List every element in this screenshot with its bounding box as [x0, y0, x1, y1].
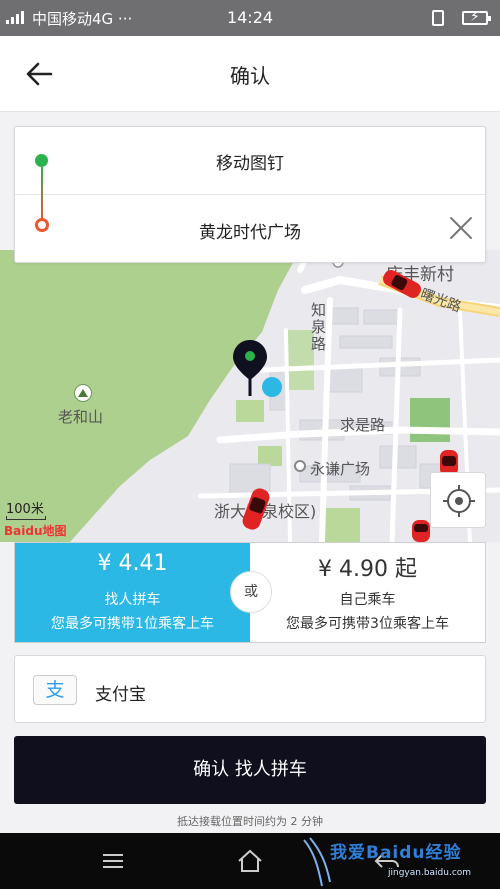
clock: 14:24	[226, 8, 274, 27]
baidu-map-logo: Baidu地图	[4, 524, 67, 538]
system-nav-bar	[0, 833, 500, 889]
scale-bar	[6, 516, 46, 520]
plaza-icon	[294, 460, 306, 472]
arrow-left-icon	[26, 62, 53, 86]
car-icon	[242, 488, 270, 530]
map-scale: 100米	[6, 502, 44, 517]
crosshair-icon	[443, 485, 475, 517]
menu-icon	[103, 854, 123, 868]
payment-method-row[interactable]: 支 支付宝	[14, 655, 486, 723]
map-label-plaza: 永谦广场	[310, 460, 371, 478]
battery-charging-icon: ⚡	[462, 9, 491, 25]
home-icon	[238, 849, 262, 872]
current-location-dot	[262, 377, 282, 397]
app-header: 确认	[0, 36, 500, 112]
map-view[interactable]: 老和山 知泉路 求是路 永谦广场 浙大玉泉校区) 庆丰新村 曙光路 100米 B…	[0, 250, 500, 542]
solo-price: ¥ 4.90 起	[318, 557, 417, 582]
mountain-icon	[74, 384, 92, 402]
payment-label: 支付宝	[95, 685, 146, 705]
vibrate-icon	[432, 10, 444, 26]
start-location-text: 移动图钉	[216, 154, 284, 174]
page-title: 确认	[230, 64, 270, 88]
carpool-price: ¥ 4.41	[97, 551, 168, 576]
locate-button[interactable]	[430, 472, 486, 528]
back-icon	[374, 854, 399, 868]
solo-name: 自己乘车	[339, 592, 396, 608]
eta-note: 抵达接载位置时间约为 2 分钟	[177, 815, 323, 828]
close-icon	[450, 217, 472, 239]
system-back-button[interactable]	[362, 839, 412, 883]
alipay-icon: 支	[33, 675, 77, 705]
map-label-road-qiushi: 求是路	[340, 416, 386, 434]
carpool-name: 找人拼车	[104, 592, 161, 608]
ride-options: ¥ 4.41 找人拼车 您最多可携带1位乘客上车 ¥ 4.90 起 自己乘车 您…	[14, 542, 486, 643]
clear-destination-button[interactable]	[441, 208, 481, 248]
back-button[interactable]	[18, 52, 62, 96]
status-bar: 中国移动4G ··· 14:24 ⚡	[0, 0, 500, 36]
home-button[interactable]	[225, 839, 275, 883]
carpool-desc: 您最多可携带1位乘客上车	[51, 616, 214, 632]
route-card: 移动图钉 黄龙时代广场	[14, 126, 486, 263]
start-location-row[interactable]: 移动图钉	[15, 127, 485, 223]
destination-text: 黄龙时代广场	[199, 223, 301, 243]
solo-desc: 您最多可携带3位乘客上车	[286, 616, 449, 632]
carpool-option[interactable]: ¥ 4.41 找人拼车 您最多可携带1位乘客上车	[15, 543, 250, 642]
confirm-button[interactable]: 确认 找人拼车	[14, 736, 486, 804]
destination-row[interactable]: 黄龙时代广场	[15, 196, 485, 264]
or-divider: 或	[230, 571, 272, 613]
menu-button[interactable]	[88, 839, 138, 883]
map-label-mountain: 老和山	[58, 408, 104, 426]
map-label-road-zhiquan: 知泉路	[309, 302, 327, 353]
solo-ride-option[interactable]: ¥ 4.90 起 自己乘车 您最多可携带3位乘客上车	[250, 543, 485, 642]
car-icon	[383, 270, 421, 298]
